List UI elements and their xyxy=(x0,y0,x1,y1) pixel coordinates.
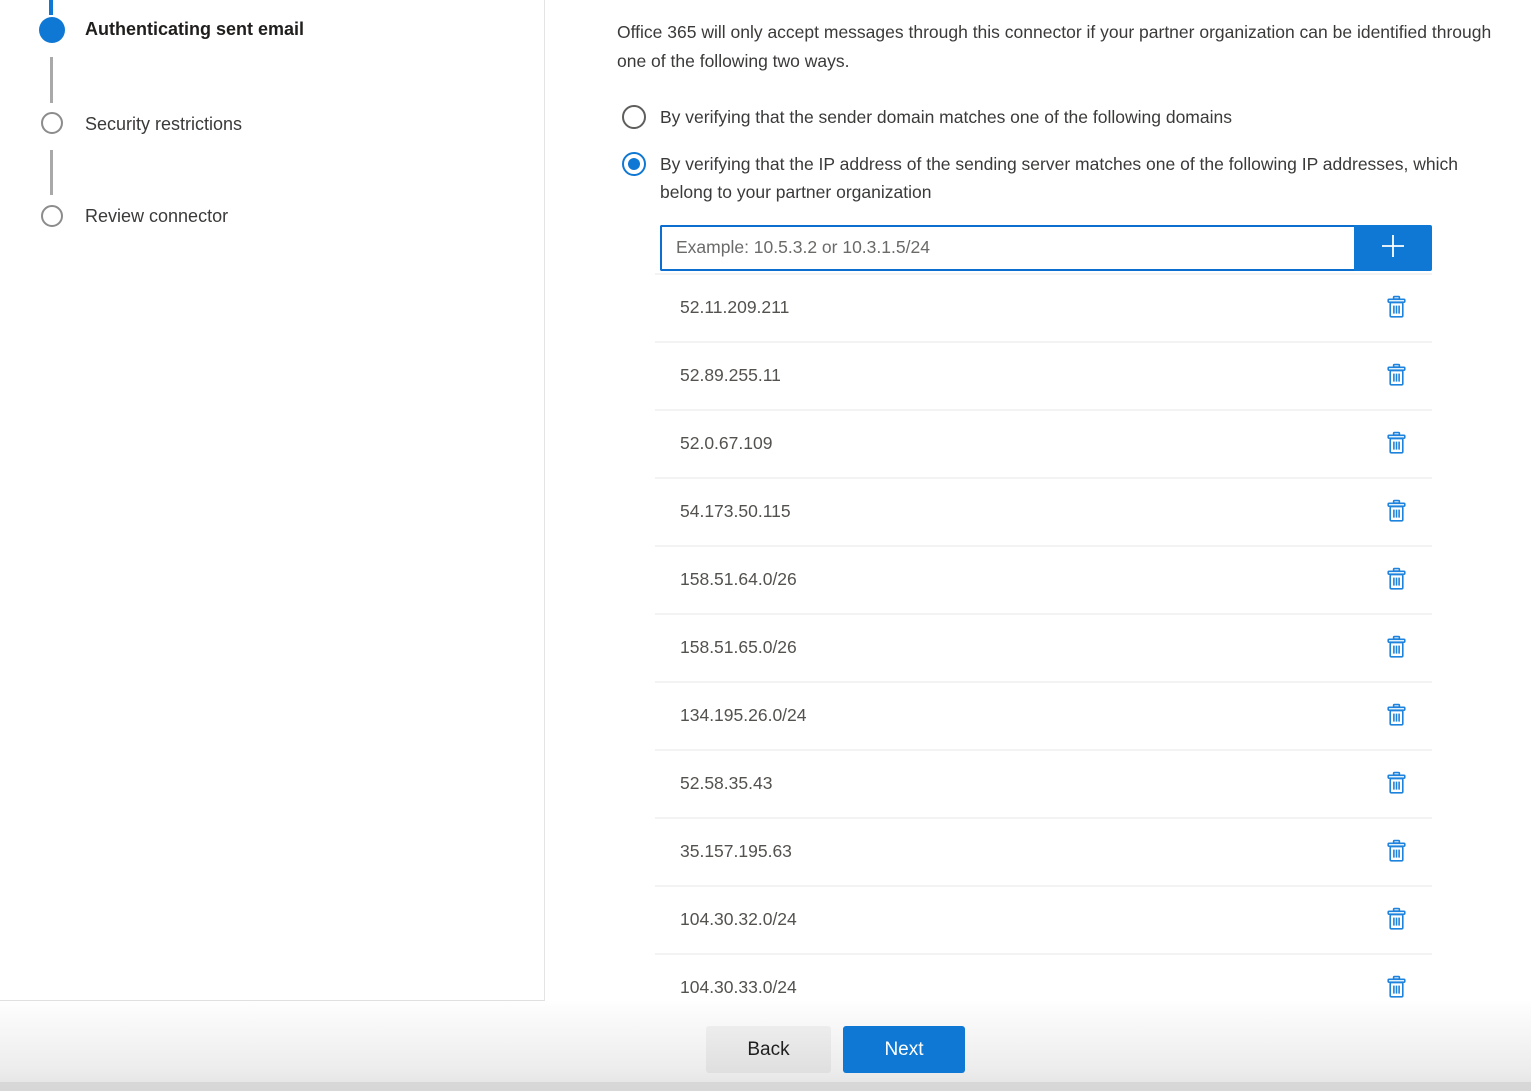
trash-icon xyxy=(1385,580,1408,595)
wizard-footer: Back Next xyxy=(0,1001,1531,1091)
ip-list-row: 54.173.50.115 xyxy=(655,479,1432,547)
step-indicator-icon xyxy=(41,205,63,227)
trash-icon xyxy=(1385,512,1408,527)
ip-list-row: 104.30.33.0/24 xyxy=(655,955,1432,1002)
ip-list-row: 52.89.255.11 xyxy=(655,343,1432,411)
delete-ip-button[interactable] xyxy=(1385,771,1408,796)
step-label: Authenticating sent email xyxy=(85,19,304,40)
trash-icon xyxy=(1385,988,1408,1001)
radio-option-label: By verifying that the sender domain matc… xyxy=(660,103,1232,132)
trash-icon xyxy=(1385,920,1408,935)
ip-address-value: 158.51.64.0/26 xyxy=(680,569,797,590)
ip-address-input[interactable] xyxy=(660,225,1354,271)
ip-address-value: 158.51.65.0/26 xyxy=(680,637,797,658)
ip-list-row: 158.51.65.0/26 xyxy=(655,615,1432,683)
verification-options: By verifying that the sender domain matc… xyxy=(617,103,1531,207)
ip-address-list: 52.11.209.211 52.89.255.11 xyxy=(655,273,1432,1002)
ip-input-row xyxy=(660,225,1432,271)
page-description: Office 365 will only accept messages thr… xyxy=(617,18,1522,75)
next-button[interactable]: Next xyxy=(843,1026,965,1073)
trash-icon xyxy=(1385,648,1408,663)
ip-address-value: 54.173.50.115 xyxy=(680,501,791,522)
add-ip-button[interactable] xyxy=(1354,225,1432,271)
ip-list-row: 134.195.26.0/24 xyxy=(655,683,1432,751)
ip-list-row: 52.0.67.109 xyxy=(655,411,1432,479)
step-label: Review connector xyxy=(85,206,228,227)
back-button[interactable]: Back xyxy=(706,1026,831,1073)
delete-ip-button[interactable] xyxy=(1385,839,1408,864)
wizard-stepper: Authenticating sent email Security restr… xyxy=(0,0,545,1001)
step-indicator-icon xyxy=(41,112,63,134)
delete-ip-button[interactable] xyxy=(1385,499,1408,524)
ip-list-row: 35.157.195.63 xyxy=(655,819,1432,887)
ip-address-value: 134.195.26.0/24 xyxy=(680,705,807,726)
ip-address-value: 104.30.32.0/24 xyxy=(680,909,797,930)
trash-icon xyxy=(1385,852,1408,867)
delete-ip-button[interactable] xyxy=(1385,975,1408,1000)
step-indicator-icon xyxy=(39,17,65,43)
delete-ip-button[interactable] xyxy=(1385,363,1408,388)
ip-address-value: 52.11.209.211 xyxy=(680,297,789,318)
trash-icon xyxy=(1385,308,1408,323)
delete-ip-button[interactable] xyxy=(1385,907,1408,932)
ip-address-value: 35.157.195.63 xyxy=(680,841,792,862)
ip-address-value: 52.89.255.11 xyxy=(680,365,781,386)
delete-ip-button[interactable] xyxy=(1385,703,1408,728)
radio-option-label: By verifying that the IP address of the … xyxy=(660,150,1485,207)
radio-option[interactable]: By verifying that the sender domain matc… xyxy=(617,103,1531,132)
delete-ip-button[interactable] xyxy=(1385,635,1408,660)
ip-list-row: 52.11.209.211 xyxy=(655,275,1432,343)
trash-icon xyxy=(1385,784,1408,799)
delete-ip-button[interactable] xyxy=(1385,567,1408,592)
ip-list-row: 104.30.32.0/24 xyxy=(655,887,1432,955)
stepper-progress-line xyxy=(49,0,53,15)
wizard-page-content: Office 365 will only accept messages thr… xyxy=(617,0,1531,1001)
ip-list-row: 52.58.35.43 xyxy=(655,751,1432,819)
stepper-connector xyxy=(50,150,53,195)
ip-address-value: 52.58.35.43 xyxy=(680,773,772,794)
ip-address-value: 104.30.33.0/24 xyxy=(680,977,797,998)
trash-icon xyxy=(1385,376,1408,391)
radio-button-icon[interactable] xyxy=(622,105,646,129)
footer-bottom-strip xyxy=(0,1082,1531,1091)
delete-ip-button[interactable] xyxy=(1385,431,1408,456)
plus-icon xyxy=(1376,229,1410,266)
radio-button-icon[interactable] xyxy=(622,152,646,176)
ip-address-value: 52.0.67.109 xyxy=(680,433,772,454)
trash-icon xyxy=(1385,444,1408,459)
stepper-connector xyxy=(50,57,53,103)
radio-option[interactable]: By verifying that the IP address of the … xyxy=(617,150,1531,207)
trash-icon xyxy=(1385,716,1408,731)
step-label: Security restrictions xyxy=(85,114,242,135)
delete-ip-button[interactable] xyxy=(1385,295,1408,320)
ip-list-row: 158.51.64.0/26 xyxy=(655,547,1432,615)
